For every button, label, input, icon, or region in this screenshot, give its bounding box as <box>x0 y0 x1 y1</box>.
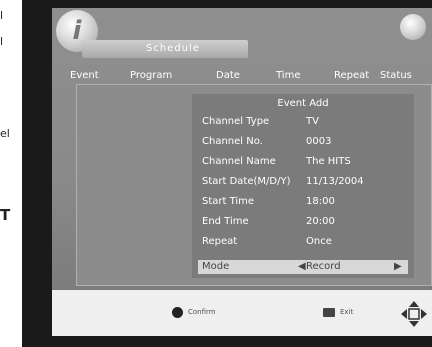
confirm-hint: Confirm <box>188 308 216 316</box>
edge-text-fragment: l <box>0 35 4 48</box>
exit-hint: Exit <box>340 308 354 316</box>
start-date-value[interactable]: 11/13/2004 <box>306 176 364 187</box>
start-time-value[interactable]: 18:00 <box>306 196 335 207</box>
column-header-repeat: Repeat <box>334 70 370 81</box>
arrow-right-icon[interactable]: ▶ <box>394 261 402 272</box>
exit-button-icon <box>323 308 335 317</box>
mode-value[interactable]: Record <box>306 261 341 272</box>
mode-selector[interactable]: Mode ◀ Record ▶ <box>198 260 408 274</box>
start-time-label: Start Time <box>202 196 255 207</box>
globe-icon <box>400 14 426 40</box>
arrow-left-icon[interactable]: ◀ <box>298 261 306 272</box>
edge-text-fragment: l <box>0 9 4 22</box>
channel-no-value[interactable]: 0003 <box>306 136 331 147</box>
column-header-program: Program <box>130 70 173 81</box>
event-add-dialog: Event Add Channel Type TV Channel No. 00… <box>192 94 414 278</box>
repeat-value[interactable]: Once <box>306 236 332 247</box>
channel-type-label: Channel Type <box>202 116 270 127</box>
edge-text-fragment: T <box>0 206 11 224</box>
column-header-date: Date <box>216 70 240 81</box>
repeat-label: Repeat <box>202 236 238 247</box>
channel-type-value[interactable]: TV <box>306 116 319 127</box>
start-date-label: Start Date(M/D/Y) <box>202 176 291 187</box>
mode-label: Mode <box>202 261 230 272</box>
screen-title: Schedule <box>146 43 200 54</box>
tv-screen: i Schedule Event Program Date Time Repea… <box>52 8 432 291</box>
screen-title-tab: Schedule <box>82 40 248 58</box>
ok-button-icon <box>172 307 183 318</box>
channel-name-value[interactable]: The HITS <box>306 156 351 167</box>
column-header-time: Time <box>276 70 301 81</box>
edge-text-fragment: el <box>0 127 10 140</box>
end-time-label: End Time <box>202 216 249 227</box>
column-header-status: Status <box>380 70 412 81</box>
tv-photo-frame: i Schedule Event Program Date Time Repea… <box>22 0 432 347</box>
end-time-value[interactable]: 20:00 <box>306 216 335 227</box>
help-bar: Confirm Exit <box>52 290 432 336</box>
channel-no-label: Channel No. <box>202 136 263 147</box>
column-header-event: Event <box>70 70 99 81</box>
channel-name-label: Channel Name <box>202 156 276 167</box>
dpad-arrows-icon <box>401 301 427 327</box>
dialog-title: Event Add <box>277 98 329 109</box>
